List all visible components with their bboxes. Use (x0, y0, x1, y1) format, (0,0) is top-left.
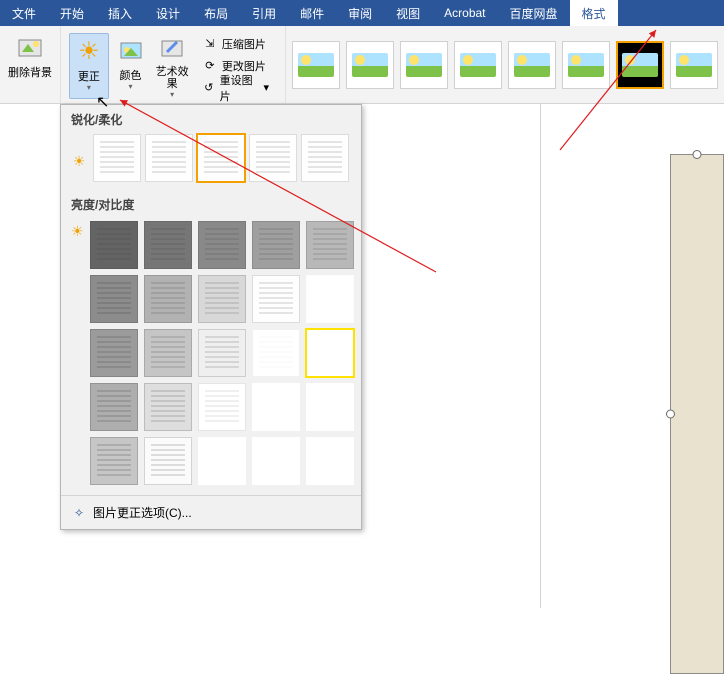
brightness-thumb[interactable] (90, 221, 138, 269)
reset-picture-button[interactable]: ↺ 重设图片 ▾ (198, 78, 273, 98)
color-button[interactable]: 颜色 ▾ (111, 33, 151, 99)
style-thumb[interactable] (346, 41, 394, 89)
brightness-thumb[interactable] (198, 329, 246, 377)
color-label: 颜色 (120, 70, 142, 82)
brightness-thumb[interactable] (306, 437, 354, 485)
resize-handle-left[interactable] (666, 410, 675, 419)
caret-down-icon: ▾ (170, 90, 174, 99)
group-remove-background: 删除背景 (0, 26, 61, 103)
tab-mailings[interactable]: 邮件 (288, 0, 336, 26)
brightness-thumb[interactable] (252, 383, 300, 431)
picture-styles-gallery (286, 26, 724, 103)
brightness-thumb[interactable] (198, 275, 246, 323)
sharpen-thumb-selected[interactable] (197, 134, 245, 182)
brightness-thumb[interactable] (90, 275, 138, 323)
style-thumb[interactable] (454, 41, 502, 89)
reset-icon: ↺ (202, 80, 216, 96)
caret-down-icon: ▾ (129, 82, 133, 91)
sun-icon: ☀ (73, 36, 105, 68)
corrections-label: 更正 (78, 71, 100, 83)
brush-icon (156, 35, 188, 63)
brightness-thumb[interactable] (90, 437, 138, 485)
style-thumb-selected[interactable] (616, 41, 664, 89)
brightness-thumb[interactable] (144, 437, 192, 485)
options-label: 图片更正选项(C)... (93, 504, 192, 521)
caret-down-icon: ▾ (263, 81, 269, 94)
brightness-thumb-selected[interactable] (306, 329, 354, 377)
tab-format[interactable]: 格式 (570, 0, 618, 26)
tab-design[interactable]: 设计 (144, 0, 192, 26)
sharpen-thumbs (93, 132, 357, 190)
brightness-thumb[interactable] (90, 383, 138, 431)
corrections-dropdown: 锐化/柔化 ☀ 亮度/对比度 ☀ ✧ 图片更正选项(C)... (60, 104, 362, 530)
page-edge (540, 104, 541, 608)
corrections-button[interactable]: ☀ 更正 ▾ (69, 33, 109, 99)
sharpen-thumb[interactable] (145, 134, 193, 182)
sharpen-thumb[interactable] (93, 134, 141, 182)
change-icon: ⟳ (202, 58, 218, 74)
tab-acrobat[interactable]: Acrobat (432, 0, 497, 26)
remove-background-label: 删除背景 (8, 67, 52, 79)
brightness-thumb[interactable] (306, 383, 354, 431)
brightness-thumb[interactable] (144, 329, 192, 377)
style-thumb[interactable] (562, 41, 610, 89)
ribbon: 删除背景 ☀ 更正 ▾ 颜色 ▾ 艺术效果 ▾ ⇲ 压缩图片 (0, 26, 724, 104)
style-thumb[interactable] (508, 41, 556, 89)
compress-label: 压缩图片 (222, 36, 266, 52)
tab-insert[interactable]: 插入 (96, 0, 144, 26)
sun-icon: ☀ (71, 223, 84, 239)
brightness-thumb[interactable] (252, 221, 300, 269)
brightness-thumb[interactable] (252, 275, 300, 323)
resize-handle-top[interactable] (693, 150, 702, 159)
ribbon-tabs: 文件 开始 插入 设计 布局 引用 邮件 审阅 视图 Acrobat 百度网盘 … (0, 0, 724, 26)
palette-icon (115, 35, 147, 67)
brightness-header: 亮度/对比度 (61, 190, 361, 217)
remove-background-button[interactable]: 删除背景 (8, 30, 52, 96)
brightness-thumb[interactable] (198, 221, 246, 269)
tab-view[interactable]: 视图 (384, 0, 432, 26)
picture-corrections-options[interactable]: ✧ 图片更正选项(C)... (61, 495, 361, 529)
brightness-thumb[interactable] (198, 437, 246, 485)
group-adjust: ☀ 更正 ▾ 颜色 ▾ 艺术效果 ▾ ⇲ 压缩图片 ⟳ 更改图片 (61, 26, 286, 103)
compress-icon: ⇲ (202, 36, 218, 52)
adjust-mini-buttons: ⇲ 压缩图片 ⟳ 更改图片 ↺ 重设图片 ▾ (194, 30, 277, 102)
sun-icon: ☀ (71, 153, 87, 169)
brightness-thumb[interactable] (306, 221, 354, 269)
brightness-thumb[interactable] (252, 329, 300, 377)
brightness-grid (90, 217, 364, 495)
caret-down-icon: ▾ (87, 83, 91, 92)
artistic-label: 艺术效果 (152, 66, 192, 90)
artistic-effects-button[interactable]: 艺术效果 ▾ (152, 33, 192, 99)
brightness-thumb[interactable] (198, 383, 246, 431)
style-thumb[interactable] (292, 41, 340, 89)
brightness-thumb[interactable] (90, 329, 138, 377)
brightness-thumb[interactable] (306, 275, 354, 323)
remove-background-icon (14, 32, 46, 64)
document-canvas (530, 104, 724, 608)
reset-label: 重设图片 (220, 72, 258, 104)
brightness-thumb[interactable] (144, 275, 192, 323)
inserted-picture[interactable] (670, 154, 724, 674)
tab-references[interactable]: 引用 (240, 0, 288, 26)
style-thumb[interactable] (670, 41, 718, 89)
tab-layout[interactable]: 布局 (192, 0, 240, 26)
wand-icon: ✧ (71, 505, 87, 521)
tab-baidu[interactable]: 百度网盘 (498, 0, 570, 26)
tab-file[interactable]: 文件 (0, 0, 48, 26)
tab-home[interactable]: 开始 (48, 0, 96, 26)
style-thumb[interactable] (400, 41, 448, 89)
sharpen-header: 锐化/柔化 (61, 105, 361, 132)
sharpen-thumb[interactable] (301, 134, 349, 182)
brightness-thumb[interactable] (252, 437, 300, 485)
tab-review[interactable]: 审阅 (336, 0, 384, 26)
brightness-thumb[interactable] (144, 383, 192, 431)
brightness-thumb[interactable] (144, 221, 192, 269)
sharpen-thumb[interactable] (249, 134, 297, 182)
compress-picture-button[interactable]: ⇲ 压缩图片 (198, 34, 273, 54)
